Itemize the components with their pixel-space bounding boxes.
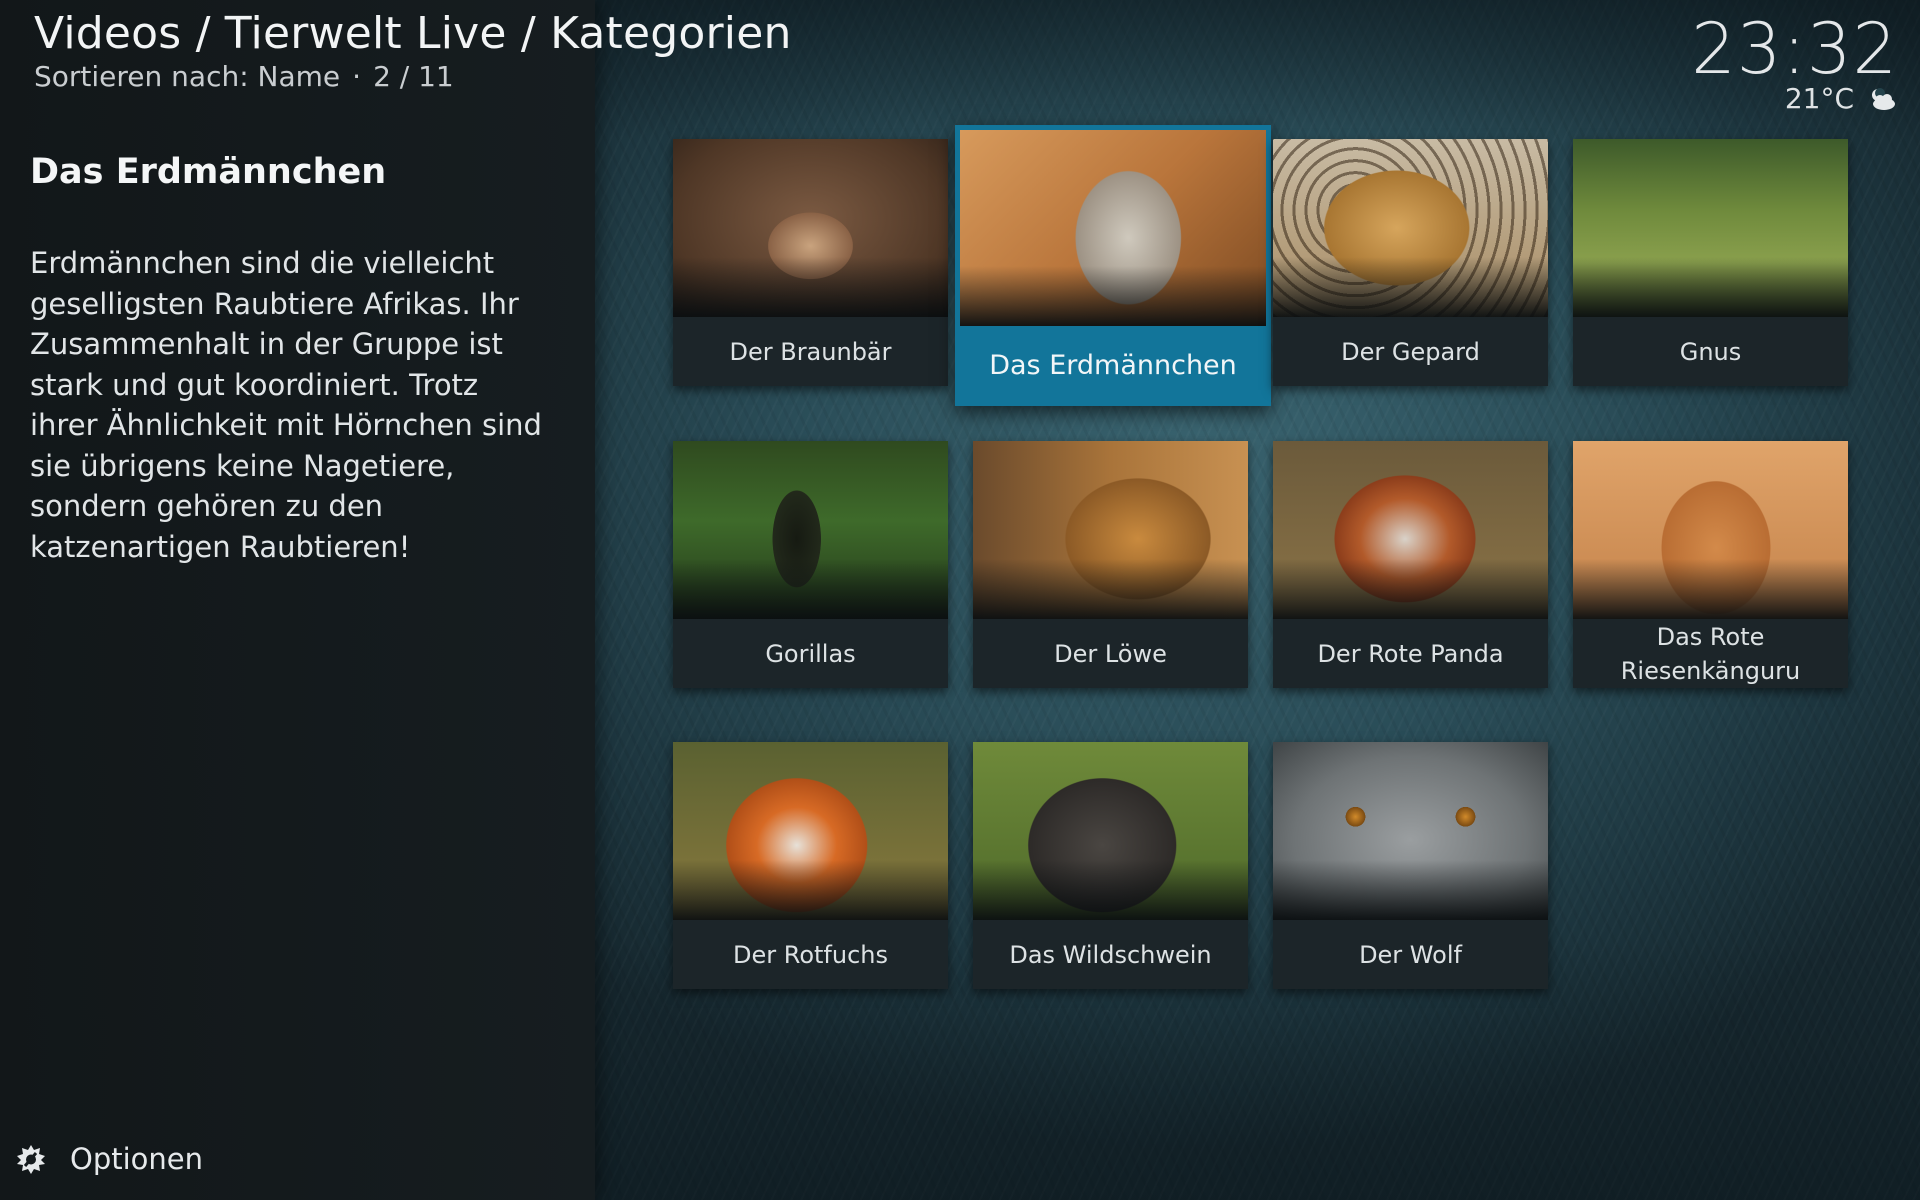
category-tile[interactable]: Gorillas [673, 441, 948, 688]
category-tile[interactable]: Der Rotfuchs [673, 742, 948, 989]
thumbnail-fox [673, 742, 948, 920]
info-title: Das Erdmännchen [30, 152, 387, 192]
thumbnail-wolf [1273, 742, 1548, 920]
clock-time: 23:32 [1691, 8, 1898, 90]
sort-label: Sortieren nach: Name [34, 60, 341, 93]
category-tile[interactable]: Der Gepard [1273, 139, 1548, 386]
category-label: Gorillas [673, 619, 948, 688]
category-tile-focused[interactable]: Das Erdmännchen [955, 125, 1271, 406]
category-label: Der Gepard [1273, 317, 1548, 386]
thumbnail-red-panda [1273, 441, 1548, 619]
category-tile[interactable]: Gnus [1573, 139, 1848, 386]
item-position: 2 / 11 [373, 60, 454, 93]
options-gear-icon [17, 1145, 45, 1174]
header: Videos / Tierwelt Live / Kategorien Sort… [34, 8, 792, 94]
thumbnail-wild-boar [973, 742, 1248, 920]
thumbnail-gorilla [673, 441, 948, 619]
category-label: Der Löwe [973, 619, 1248, 688]
thumbnail-kangaroo [1573, 441, 1848, 619]
category-label: Das Wildschwein [973, 920, 1248, 989]
thumbnail-cheetah [1273, 139, 1548, 317]
category-tile[interactable]: Das Rote Riesenkänguru [1573, 441, 1848, 688]
info-panel: Das Erdmännchen Erdmännchen sind die vie… [0, 0, 595, 1200]
category-label: Der Wolf [1273, 920, 1548, 989]
thumbnail-gnu [1573, 139, 1848, 317]
options-button[interactable]: Optionen [14, 1142, 203, 1176]
category-label: Das Erdmännchen [955, 326, 1271, 406]
partly-cloudy-night-icon [1872, 87, 1895, 110]
category-tile[interactable]: Der Braunbär [673, 139, 948, 386]
separator: · [352, 60, 362, 93]
category-label: Der Braunbär [673, 317, 948, 386]
category-tile[interactable]: Der Löwe [973, 441, 1248, 688]
category-label: Das Rote Riesenkänguru [1573, 619, 1848, 688]
thumbnail-meerkat [960, 130, 1266, 326]
category-tile[interactable]: Der Wolf [1273, 742, 1548, 989]
category-tile[interactable]: Das Wildschwein [973, 742, 1248, 989]
temperature: 21°C [1784, 82, 1854, 115]
breadcrumb: Videos / Tierwelt Live / Kategorien [34, 8, 792, 59]
info-description: Erdmännchen sind die vielleicht gesellig… [30, 246, 542, 564]
thumbnail-lion [973, 441, 1248, 619]
thumbnail-brown-bear [673, 139, 948, 317]
category-tile[interactable]: Der Rote Panda [1273, 441, 1548, 688]
sort-info: Sortieren nach: Name · 2 / 11 [34, 60, 792, 94]
category-label: Der Rote Panda [1273, 619, 1548, 688]
category-label: Der Rotfuchs [673, 920, 948, 989]
clock-widget: 23:32 21°C [1691, 10, 1898, 115]
category-label: Gnus [1573, 317, 1848, 386]
options-label: Optionen [70, 1142, 204, 1176]
